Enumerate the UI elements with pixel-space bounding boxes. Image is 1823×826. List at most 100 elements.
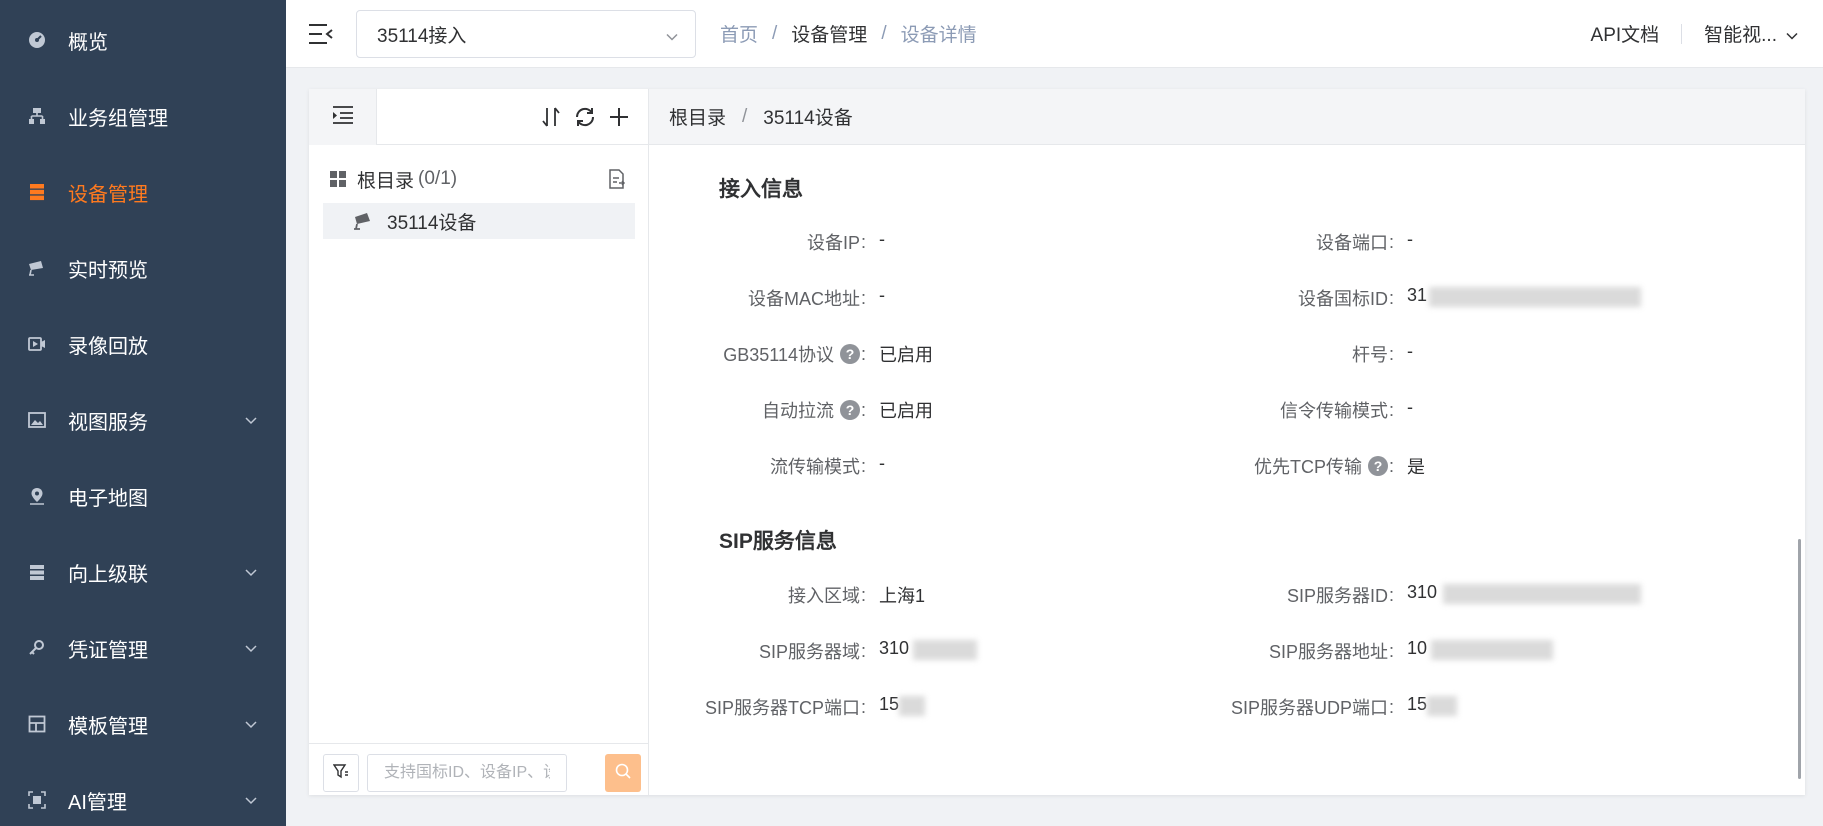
sidebar-item-device-management[interactable]: 设备管理: [0, 154, 286, 230]
sidebar-item-label: 录像回放: [68, 335, 148, 358]
sidebar-item-label: 模板管理: [68, 715, 148, 738]
redaction-blur: [1427, 696, 1457, 716]
breadcrumb-separator: /: [772, 22, 778, 44]
field-label-sip-server-id: SIP服务器ID:: [1286, 584, 1394, 607]
camera-icon: [353, 211, 373, 231]
access-info-title: 接入信息: [719, 178, 803, 201]
platform-select[interactable]: 35114接入: [356, 10, 696, 58]
field-value-signal-mode: -: [1407, 397, 1413, 417]
sidebar-item-label: AI管理: [68, 791, 127, 814]
field-label-sip-udp-port: SIP服务器UDP端口:: [1230, 696, 1394, 719]
redaction-blur: [1429, 287, 1641, 307]
tree-search-bar: [309, 743, 649, 795]
sidebar-item-label: 业务组管理: [68, 107, 168, 130]
search-icon: [615, 763, 631, 784]
field-label-device-gb-id: 设备国标ID:: [1297, 287, 1394, 310]
chevron-down-icon: [665, 28, 679, 42]
tree-node-label: 35114设备: [387, 212, 477, 234]
sidebar-item-label: 视图服务: [68, 411, 148, 434]
header-right: API文档 智能视...: [1591, 20, 1799, 47]
field-value-device-port: -: [1407, 229, 1413, 249]
dashboard-icon: [28, 31, 46, 49]
api-doc-link[interactable]: API文档: [1591, 20, 1660, 47]
sidebar-item-business-groups[interactable]: 业务组管理: [0, 78, 286, 154]
sidebar-item-label: 设备管理: [68, 183, 148, 206]
device-detail-panel: 根目录 / 35114设备 接入信息 设备IP: - 设备端口: - 设备MAC…: [649, 89, 1805, 795]
breadcrumb: 首页 / 设备管理 / 设备详情: [720, 20, 977, 47]
redaction-blur: [1443, 584, 1641, 604]
field-value-sip-server-addr: 10: [1407, 638, 1428, 658]
sidebar-item-label: 实时预览: [68, 259, 148, 282]
sidebar-item-cascade[interactable]: 向上级联: [0, 534, 286, 610]
chevron-down-icon: [244, 641, 258, 655]
tree-root-label: 根目录: [357, 170, 415, 192]
tree-collapse-button[interactable]: [309, 89, 377, 145]
breadcrumb-device-detail: 设备详情: [900, 25, 977, 46]
redaction-blur: [1431, 640, 1553, 660]
sidebar-item-label: 凭证管理: [68, 639, 148, 662]
chevron-down-icon: [244, 413, 258, 427]
detail-breadcrumb-root[interactable]: 根目录: [669, 103, 726, 130]
ai-icon: [28, 791, 46, 809]
sidebar-item-live-preview[interactable]: 实时预览: [0, 230, 286, 306]
field-value-device-gb-id: 31: [1407, 285, 1428, 305]
refresh-icon[interactable]: [573, 105, 597, 129]
sidebar-item-credentials[interactable]: 凭证管理: [0, 610, 286, 686]
sidebar-item-templates[interactable]: 模板管理: [0, 686, 286, 762]
detail-breadcrumb-device: 35114设备: [763, 108, 853, 129]
search-button[interactable]: [605, 754, 641, 792]
help-icon[interactable]: ?: [1367, 456, 1388, 476]
user-menu[interactable]: 智能视...: [1704, 20, 1799, 47]
cascade-icon: [28, 563, 46, 581]
key-icon: [28, 639, 46, 657]
grid-icon: [329, 170, 347, 188]
add-icon[interactable]: [607, 105, 631, 129]
breadcrumb-separator: /: [742, 105, 748, 127]
breadcrumb-separator: /: [881, 22, 887, 44]
field-value-sip-server-id: 310: [1407, 582, 1438, 602]
org-tree-icon: [28, 107, 46, 125]
breadcrumb-home[interactable]: 首页: [720, 20, 758, 47]
sidebar-item-playback[interactable]: 录像回放: [0, 306, 286, 382]
detail-breadcrumb: 根目录 / 35114设备: [649, 89, 1805, 145]
tree-node-device[interactable]: 35114设备: [323, 203, 635, 239]
platform-select-value: 35114接入: [377, 25, 467, 47]
tree-toolbar: [309, 89, 649, 145]
tree-root-count: (0/1): [418, 168, 458, 189]
sidebar-item-overview[interactable]: 概览: [0, 2, 286, 78]
image-icon: [28, 411, 46, 429]
sidebar-item-view-service[interactable]: 视图服务: [0, 382, 286, 458]
filter-button[interactable]: [323, 754, 359, 792]
sidebar-item-label: 电子地图: [68, 487, 148, 510]
chevron-down-icon: [244, 793, 258, 807]
filter-icon: [332, 763, 349, 784]
field-value-sip-udp-port: 15: [1407, 694, 1428, 714]
breadcrumb-device-management[interactable]: 设备管理: [791, 20, 867, 47]
chevron-down-icon: [1785, 27, 1799, 41]
field-label-signal-mode: 信令传输模式:: [1279, 399, 1394, 422]
chevron-down-icon: [244, 565, 258, 579]
device-detail-card: 根目录 (0/1) 35114设备 支持国标ID、设备IP、设备名称 根目录 /…: [309, 89, 1805, 795]
field-label-pole-no: 杆号:: [1351, 343, 1394, 366]
divider: [1681, 23, 1683, 44]
menu-fold-icon[interactable]: [308, 22, 334, 46]
sip-info-title: SIP服务信息: [719, 530, 837, 553]
sidebar-item-label: 向上级联: [68, 563, 148, 586]
vertical-scrollbar[interactable]: [1798, 539, 1801, 779]
field-label-sip-server-addr: SIP服务器地址:: [1268, 640, 1394, 663]
sidebar-item-e-map[interactable]: 电子地图: [0, 458, 286, 534]
template-grid-icon: [28, 715, 46, 733]
field-value-pole-no: -: [1407, 341, 1413, 361]
document-export-icon[interactable]: [607, 169, 627, 189]
sidebar-item-label: 概览: [68, 31, 108, 54]
top-header: 35114接入 首页 / 设备管理 / 设备详情 API文档 智能视...: [286, 0, 1823, 68]
tree-root-node[interactable]: 根目录 (0/1): [323, 161, 635, 197]
video-playback-icon: [28, 335, 46, 353]
sort-icon[interactable]: [539, 105, 563, 129]
map-pin-icon: [28, 487, 46, 505]
field-label-device-port: 设备端口:: [1315, 231, 1394, 254]
search-input[interactable]: [367, 754, 567, 792]
sidebar-item-ai-management[interactable]: AI管理: [0, 762, 286, 826]
device-tree-panel: 根目录 (0/1) 35114设备: [309, 89, 649, 795]
server-icon: [28, 183, 46, 201]
